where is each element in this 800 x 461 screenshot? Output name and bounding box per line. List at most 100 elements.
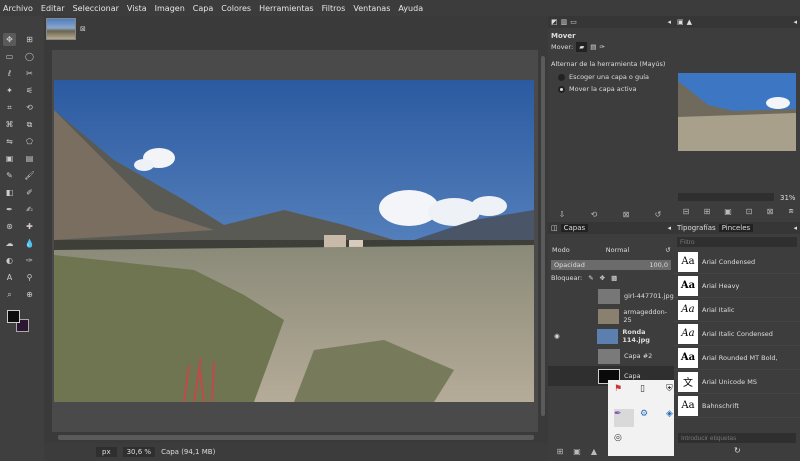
measure-icon[interactable]: ⌕ xyxy=(3,288,16,301)
zoom-icon[interactable]: ⊕ xyxy=(23,288,36,301)
navigator-tab-icon[interactable]: ▣ xyxy=(677,18,684,26)
photo-canvas[interactable] xyxy=(54,80,534,402)
layers-menu-icon[interactable]: ◂ xyxy=(667,224,671,232)
dodge-icon[interactable]: ◐ xyxy=(3,254,16,267)
refresh-fonts-icon[interactable]: ↻ xyxy=(734,446,741,455)
usb-icon[interactable]: ▯ xyxy=(640,384,660,403)
delete-icon[interactable]: ⊠ xyxy=(620,209,632,219)
tool-options-tab-icon[interactable]: ◩ xyxy=(551,18,558,26)
radio-unchecked-icon[interactable] xyxy=(558,73,565,81)
new-layer-icon[interactable]: ⊞ xyxy=(554,446,566,456)
mode-reset-icon[interactable]: ↺ xyxy=(665,246,670,254)
radio-checked-icon[interactable] xyxy=(558,85,565,93)
menu-ayuda[interactable]: Ayuda xyxy=(398,4,423,13)
option-move-active[interactable]: Mover la capa activa xyxy=(548,83,674,95)
pointer-tab-icon[interactable]: ▲ xyxy=(687,18,692,26)
zoom-in-icon[interactable]: ⊞ xyxy=(701,206,713,216)
text-icon[interactable]: A xyxy=(3,271,16,284)
menu-ventanas[interactable]: Ventanas xyxy=(353,4,390,13)
font-filter-input[interactable] xyxy=(677,237,797,247)
font-item[interactable]: Aa Arial Italic xyxy=(674,298,800,322)
wand-icon[interactable]: ⚟ xyxy=(23,84,36,97)
mode-select[interactable]: Normal xyxy=(606,246,630,254)
fonts-menu-icon[interactable]: ◂ xyxy=(793,224,797,232)
device-status-tab-icon[interactable]: ▥ xyxy=(561,18,568,26)
font-item[interactable]: Aa Arial Rounded MT Bold, xyxy=(674,346,800,370)
foreground-color[interactable] xyxy=(7,310,20,323)
perspective-icon[interactable]: ⧉ xyxy=(23,118,36,131)
bucket-icon[interactable]: ▣ xyxy=(3,152,16,165)
opacity-slider[interactable]: Opacidad 100,0 xyxy=(551,260,671,270)
ink-icon[interactable]: ✒ xyxy=(3,203,16,216)
vertical-scrollbar[interactable] xyxy=(538,50,548,432)
restore-icon[interactable]: ⟲ xyxy=(588,209,600,219)
clone-icon[interactable]: ⊛ xyxy=(3,220,16,233)
reset-icon[interactable]: ↺ xyxy=(652,209,664,219)
font-item[interactable]: Aa Arial Heavy xyxy=(674,274,800,298)
fit-image-icon[interactable]: ⊡ xyxy=(743,206,755,216)
navigator-menu-icon[interactable]: ◂ xyxy=(793,18,797,26)
navigator-zoom-slider[interactable] xyxy=(678,193,774,201)
layer-row[interactable]: girl-447701.jpg xyxy=(548,286,674,306)
image-tab-thumbnail[interactable] xyxy=(46,18,76,40)
menu-herramientas[interactable]: Herramientas xyxy=(259,4,314,13)
lock-pixels-icon[interactable]: ✎ xyxy=(588,274,593,282)
crop-icon[interactable]: ⌗ xyxy=(3,101,16,114)
fonts-tab[interactable]: Tipografías xyxy=(677,224,716,232)
eye-icon[interactable]: ◉ xyxy=(554,332,593,340)
zoom-1-icon[interactable]: ▣ xyxy=(722,206,734,216)
menu-imagen[interactable]: Imagen xyxy=(155,4,185,13)
app-icon[interactable]: ◎ xyxy=(614,433,634,452)
flip-icon[interactable]: ⇋ xyxy=(3,135,16,148)
transform-icon[interactable]: ⟲ xyxy=(23,101,36,114)
menu-editar[interactable]: Editar xyxy=(41,4,65,13)
move-tool-icon[interactable]: ✥ xyxy=(3,33,16,46)
menu-capa[interactable]: Capa xyxy=(193,4,213,13)
shrink-wrap-icon[interactable]: ⧈ xyxy=(785,206,797,216)
close-tab-icon[interactable]: ⊠ xyxy=(80,25,86,33)
layer-row[interactable]: armageddon-25 xyxy=(548,306,674,326)
menu-filtros[interactable]: Filtros xyxy=(322,4,346,13)
navigator-preview[interactable] xyxy=(678,73,796,151)
feather-icon[interactable]: ✒ xyxy=(614,408,634,428)
lock-position-icon[interactable]: ✥ xyxy=(600,274,605,282)
save-preset-icon[interactable]: ⇩ xyxy=(556,209,568,219)
layer-row[interactable]: ◉ Ronda 114.jpg xyxy=(548,326,674,346)
font-item[interactable]: Aa Arial Italic Condensed xyxy=(674,322,800,346)
eraser-icon[interactable]: ◧ xyxy=(3,186,16,199)
ellipse-select-icon[interactable]: ◯ xyxy=(23,50,36,63)
menu-vista[interactable]: Vista xyxy=(127,4,147,13)
menu-archivo[interactable]: Archivo xyxy=(3,4,33,13)
warp-icon[interactable]: ⌘ xyxy=(3,118,16,131)
undo-tab-icon[interactable]: ▭ xyxy=(570,18,577,26)
move-path-icon[interactable]: ✑ xyxy=(599,43,604,51)
zoom-select[interactable]: 30,6 % xyxy=(122,447,156,457)
gradient-icon[interactable]: ▤ xyxy=(23,152,36,165)
rect-select-icon[interactable]: ▭ xyxy=(3,50,16,63)
brush-icon[interactable]: 🖌 xyxy=(23,169,36,182)
blur-icon[interactable]: 💧 xyxy=(23,237,36,250)
menu-colores[interactable]: Colores xyxy=(221,4,251,13)
zoom-out-icon[interactable]: ⊟ xyxy=(680,206,692,216)
horizontal-scrollbar[interactable] xyxy=(44,432,548,443)
steam-icon[interactable]: ⚙ xyxy=(640,409,660,428)
mypaint-icon[interactable]: ✍ xyxy=(23,203,36,216)
heal-icon[interactable]: ✚ xyxy=(23,220,36,233)
option-pick-layer[interactable]: Escoger una capa o guía xyxy=(548,71,674,83)
tag-input[interactable] xyxy=(678,433,796,443)
layer-row[interactable]: Capa #2 xyxy=(548,346,674,366)
raise-layer-icon[interactable]: ▲ xyxy=(588,446,600,456)
cage-icon[interactable]: ⬠ xyxy=(23,135,36,148)
fill-window-icon[interactable]: ⊠ xyxy=(764,206,776,216)
new-group-icon[interactable]: ▣ xyxy=(571,446,583,456)
font-item[interactable]: 文 Arial Unicode MS xyxy=(674,370,800,394)
font-item[interactable]: Aa Bahnschrift xyxy=(674,394,800,418)
font-item[interactable]: Aa Arial Condensed xyxy=(674,250,800,274)
move-selection-icon[interactable]: ▤ xyxy=(590,43,596,51)
fuzzy-select-icon[interactable]: ✦ xyxy=(3,84,16,97)
dock-menu-icon[interactable]: ◂ xyxy=(667,18,671,26)
path-icon[interactable]: ✑ xyxy=(23,254,36,267)
brushes-tab[interactable]: Pinceles xyxy=(718,224,754,232)
pencil-icon[interactable]: ✎ xyxy=(3,169,16,182)
airbrush-icon[interactable]: ✐ xyxy=(23,186,36,199)
